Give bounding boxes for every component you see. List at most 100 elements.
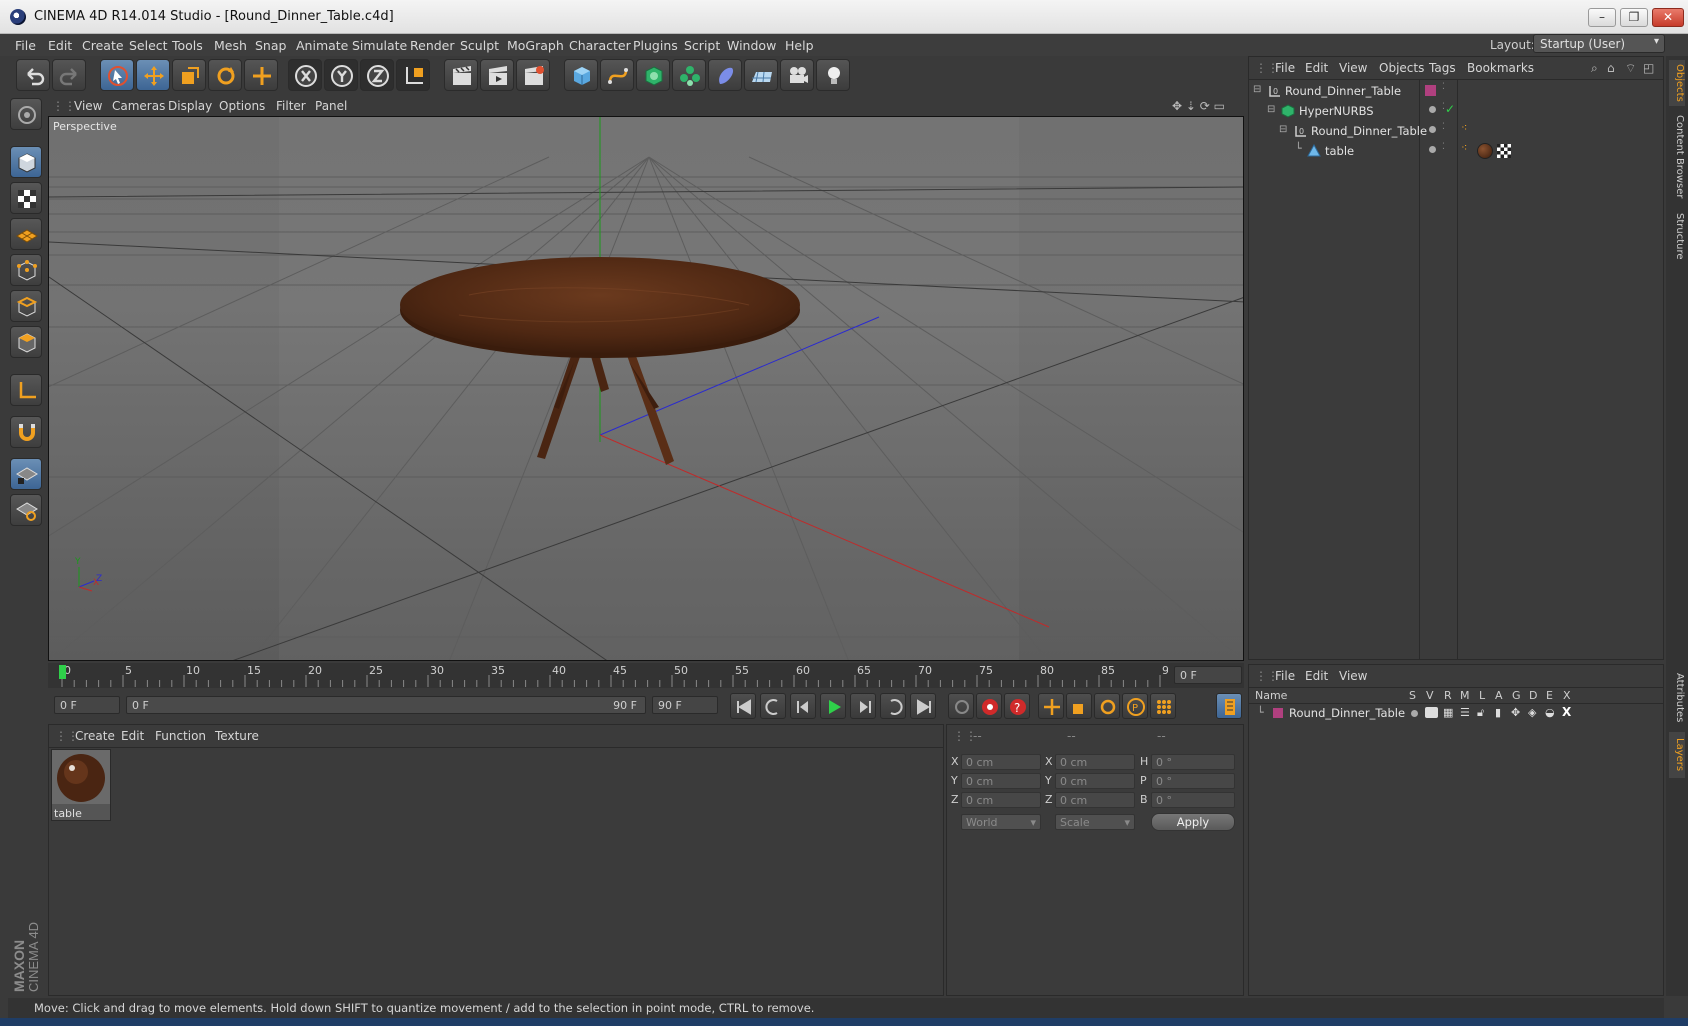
obj-menu-bookmarks[interactable]: Bookmarks (1467, 61, 1534, 75)
rotation-p-field[interactable]: 0 ° (1151, 773, 1235, 789)
minimize-button[interactable]: – (1588, 8, 1616, 27)
menu-animate[interactable]: Animate (296, 38, 348, 53)
layer-col-deformers[interactable]: D (1529, 689, 1537, 702)
layer-col-name[interactable]: Name (1255, 689, 1287, 702)
redo-button[interactable] (52, 59, 86, 91)
pin-icon[interactable]: ⌔ (1625, 61, 1636, 76)
previous-key-button[interactable] (760, 693, 786, 719)
playhead-marker[interactable] (59, 665, 66, 679)
light-button[interactable] (816, 59, 850, 91)
mat-menu-create[interactable]: Create (75, 729, 115, 743)
obj-menu-tags[interactable]: Tags (1429, 61, 1456, 75)
menu-edit[interactable]: Edit (48, 38, 72, 53)
object-name[interactable]: Round_Dinner_Table (1311, 124, 1427, 138)
layer-name[interactable]: Round_Dinner_Table (1289, 706, 1405, 720)
render-settings-button[interactable] (516, 59, 550, 91)
mograph-cloner-button[interactable] (672, 59, 706, 91)
lock-icon[interactable]: 🔓︎ (1477, 706, 1484, 720)
layer-col-locked[interactable]: L (1479, 689, 1485, 702)
enabled-check-icon[interactable]: ✓ (1445, 102, 1455, 116)
viewport-nav-icons[interactable]: ✥ ⇣ ⟳ ▭ (1172, 99, 1225, 113)
move-tool-button[interactable] (136, 59, 170, 91)
polygons-mode-button[interactable] (10, 326, 42, 358)
key-parameter-button[interactable]: P (1122, 693, 1148, 719)
end-frame-field[interactable]: 90 F (652, 696, 718, 714)
uvw-tag-icon[interactable] (1497, 144, 1511, 158)
menu-create[interactable]: Create (82, 38, 124, 53)
key-scale-button[interactable] (1066, 693, 1092, 719)
obj-menu-file[interactable]: File (1275, 61, 1295, 75)
visibility-dots-icon[interactable]: ⁚ (1442, 82, 1445, 92)
mat-menu-function[interactable]: Function (155, 729, 206, 743)
next-frame-button[interactable] (850, 693, 876, 719)
layer-menu-file[interactable]: File (1275, 669, 1295, 683)
menu-mograph[interactable]: MoGraph (507, 38, 564, 53)
menu-mesh[interactable]: Mesh (214, 38, 247, 53)
deformer-button[interactable] (708, 59, 742, 91)
menu-help[interactable]: Help (785, 38, 814, 53)
tab-objects[interactable]: Objects (1669, 60, 1685, 106)
menu-file[interactable]: File (15, 38, 36, 53)
menu-plugins[interactable]: Plugins (633, 38, 678, 53)
phong-tag-icon[interactable]: ⁖ (1461, 121, 1467, 134)
render-picture-viewer-button[interactable] (480, 59, 514, 91)
menu-simulate[interactable]: Simulate (352, 38, 407, 53)
key-pla-button[interactable] (1150, 693, 1176, 719)
menu-character[interactable]: Character (569, 38, 631, 53)
next-key-button[interactable] (880, 693, 906, 719)
undo-button[interactable] (16, 59, 50, 91)
object-name[interactable]: Round_Dinner_Table (1285, 84, 1401, 98)
layout-select[interactable]: Startup (User) ▾ (1533, 34, 1665, 53)
timeline-ticks[interactable]: 051015202530354045505560657075808590 (48, 663, 1176, 688)
vp-menu-cameras[interactable]: Cameras (112, 99, 165, 113)
rotation-h-field[interactable]: 0 ° (1151, 754, 1235, 770)
viewport-3d[interactable]: Y X Z Perspective (48, 116, 1244, 661)
coord-mode-select[interactable]: World ▾ (961, 814, 1041, 830)
editor-visibility-dot[interactable] (1429, 126, 1436, 133)
workplane-lock-button[interactable] (10, 458, 42, 490)
mat-menu-edit[interactable]: Edit (121, 729, 144, 743)
go-to-start-button[interactable] (730, 693, 756, 719)
vp-menu-panel[interactable]: Panel (315, 99, 347, 113)
size-x-field[interactable]: 0 cm (1055, 754, 1135, 770)
render-view-button[interactable] (444, 59, 478, 91)
solo-toggle-icon[interactable] (1411, 710, 1418, 717)
obj-menu-view[interactable]: View (1339, 61, 1367, 75)
manager-toggle-icon[interactable]: ☰ (1460, 706, 1470, 719)
position-y-field[interactable]: 0 cm (961, 773, 1041, 789)
points-mode-button[interactable] (10, 254, 42, 286)
start-frame-field[interactable]: 0 F (54, 696, 120, 714)
workplane-mode-button[interactable] (10, 218, 42, 250)
layer-col-view[interactable]: V (1426, 689, 1434, 702)
camera-button[interactable] (780, 59, 814, 91)
layer-col-manager[interactable]: M (1460, 689, 1470, 702)
make-editable-button[interactable] (10, 98, 42, 130)
previous-frame-button[interactable] (790, 693, 816, 719)
coordinate-system-button[interactable] (396, 59, 430, 91)
menu-window[interactable]: Window (727, 38, 776, 53)
object-name[interactable]: HyperNURBS (1299, 104, 1374, 118)
menu-select[interactable]: Select (129, 38, 168, 53)
rotation-b-field[interactable]: 0 ° (1151, 792, 1235, 808)
axis-mode-button[interactable] (10, 374, 42, 406)
menu-snap[interactable]: Snap (255, 38, 286, 53)
floor-scene-button[interactable] (744, 59, 778, 91)
snap-toggle-button[interactable] (10, 416, 42, 448)
expression-toggle-icon[interactable]: ◒ (1545, 706, 1555, 719)
object-row[interactable]: ⊟ 0 Round_Dinner_Table ⁚ (1249, 81, 1663, 101)
home-icon[interactable]: ⌂ (1607, 61, 1615, 75)
vp-menu-view[interactable]: View (74, 99, 102, 113)
layer-row[interactable]: └ Round_Dinner_Table ▦ ☰ 🔓︎ ▮ ✥ ◈ ◒ X (1249, 705, 1663, 723)
restore-button[interactable]: ❐ (1620, 8, 1648, 27)
editor-visibility-dot[interactable] (1429, 106, 1436, 113)
deformer-toggle-icon[interactable]: ◈ (1528, 706, 1536, 719)
autokeying-button[interactable]: ? (1004, 693, 1030, 719)
size-y-field[interactable]: 0 cm (1055, 773, 1135, 789)
go-to-end-button[interactable] (910, 693, 936, 719)
layer-color-swatch[interactable] (1425, 85, 1436, 96)
tab-attributes[interactable]: Attributes (1669, 668, 1685, 728)
layer-col-solo[interactable]: S (1409, 689, 1416, 702)
model-mode-button[interactable] (10, 146, 42, 178)
expand-toggle-icon[interactable]: ⊟ (1253, 84, 1261, 95)
layer-color-swatch[interactable] (1273, 708, 1283, 718)
